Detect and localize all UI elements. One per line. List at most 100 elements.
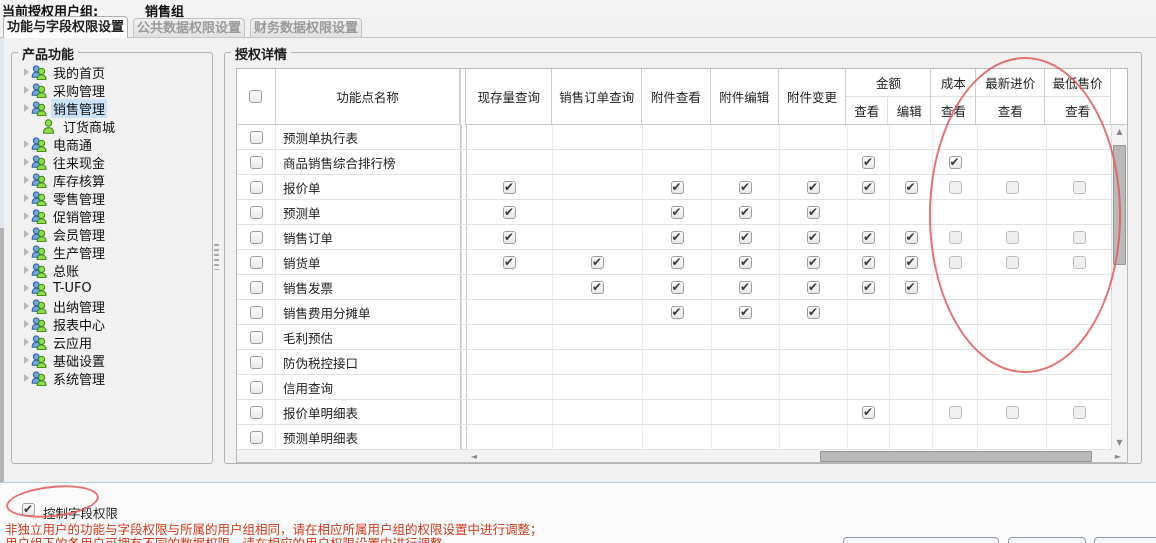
permission-checkbox-checked[interactable]	[807, 231, 820, 244]
permission-checkbox-checked[interactable]	[862, 406, 875, 419]
tree-item[interactable]: 销售管理	[16, 99, 208, 117]
tree-item[interactable]: 采购管理	[16, 81, 208, 99]
expand-arrow-icon[interactable]	[21, 320, 31, 328]
row-select-checkbox[interactable]	[250, 356, 263, 369]
tree-item[interactable]: 基础设置	[16, 351, 208, 369]
expand-arrow-icon[interactable]	[21, 176, 31, 184]
permission-checkbox-checked[interactable]	[862, 231, 875, 244]
tree-item[interactable]: 云应用	[16, 333, 208, 351]
expand-arrow-icon[interactable]	[21, 86, 31, 94]
permission-checkbox-checked[interactable]	[671, 206, 684, 219]
tree-item[interactable]: 会员管理	[16, 225, 208, 243]
footer-button-2[interactable]	[1008, 537, 1086, 543]
window-scrollbar-track[interactable]	[0, 38, 4, 228]
footer-button-1[interactable]	[843, 537, 999, 543]
scroll-left-icon[interactable]: ◄	[467, 450, 481, 463]
expand-arrow-icon[interactable]	[21, 248, 31, 256]
permission-checkbox-checked[interactable]	[503, 206, 516, 219]
permission-checkbox-checked[interactable]	[671, 306, 684, 319]
permission-checkbox-checked[interactable]	[591, 281, 604, 294]
permission-checkbox-unchecked[interactable]	[1073, 256, 1086, 269]
select-all-checkbox[interactable]	[249, 90, 262, 103]
permission-checkbox-checked[interactable]	[905, 281, 918, 294]
expand-arrow-icon[interactable]	[21, 338, 31, 346]
expand-arrow-icon[interactable]	[21, 266, 31, 274]
permission-checkbox-checked[interactable]	[739, 256, 752, 269]
row-select-checkbox[interactable]	[250, 306, 263, 319]
scroll-right-icon[interactable]: ►	[1111, 450, 1125, 463]
row-select-checkbox[interactable]	[250, 206, 263, 219]
row-select-checkbox[interactable]	[250, 156, 263, 169]
permission-checkbox-checked[interactable]	[905, 231, 918, 244]
scroll-up-icon[interactable]: ▲	[1112, 125, 1127, 139]
permission-checkbox-unchecked[interactable]	[1006, 256, 1019, 269]
permission-checkbox-checked[interactable]	[949, 156, 962, 169]
expand-arrow-icon[interactable]	[21, 230, 31, 238]
row-select-checkbox[interactable]	[250, 281, 263, 294]
control-field-permission-checkbox[interactable]	[22, 503, 35, 516]
vertical-scrollbar-thumb[interactable]	[1113, 145, 1126, 265]
tree-item[interactable]: 出纳管理	[16, 297, 208, 315]
tree-item[interactable]: 生产管理	[16, 243, 208, 261]
window-scrollbar-thumb[interactable]	[0, 228, 4, 483]
permission-checkbox-checked[interactable]	[671, 256, 684, 269]
tree-item[interactable]: T-UFO	[16, 279, 208, 297]
permission-checkbox-unchecked[interactable]	[1006, 406, 1019, 419]
permission-checkbox-checked[interactable]	[671, 281, 684, 294]
permission-checkbox-unchecked[interactable]	[1073, 181, 1086, 194]
tree-item[interactable]: 往来现金	[16, 153, 208, 171]
permission-checkbox-checked[interactable]	[591, 256, 604, 269]
permission-checkbox-checked[interactable]	[862, 281, 875, 294]
permission-checkbox-checked[interactable]	[807, 206, 820, 219]
permission-checkbox-unchecked[interactable]	[1006, 231, 1019, 244]
row-select-checkbox[interactable]	[250, 381, 263, 394]
permission-checkbox-checked[interactable]	[807, 306, 820, 319]
expand-arrow-icon[interactable]	[21, 212, 31, 220]
permission-checkbox-checked[interactable]	[739, 231, 752, 244]
permission-checkbox-unchecked[interactable]	[1073, 406, 1086, 419]
row-select-checkbox[interactable]	[250, 256, 263, 269]
row-select-checkbox[interactable]	[250, 131, 263, 144]
expand-arrow-icon[interactable]	[21, 194, 31, 202]
tree-item[interactable]: 电商通	[16, 135, 208, 153]
row-select-checkbox[interactable]	[250, 406, 263, 419]
row-select-checkbox[interactable]	[250, 331, 263, 344]
horizontal-scrollbar[interactable]: ◄ ►	[237, 450, 1127, 463]
permission-checkbox-checked[interactable]	[862, 156, 875, 169]
scroll-down-icon[interactable]: ▼	[1112, 436, 1127, 450]
permission-checkbox-unchecked[interactable]	[1006, 181, 1019, 194]
vertical-scrollbar[interactable]: ▲ ▼	[1111, 125, 1127, 450]
expand-arrow-icon[interactable]	[21, 356, 31, 364]
tree-item[interactable]: 促销管理	[16, 207, 208, 225]
permission-checkbox-unchecked[interactable]	[949, 256, 962, 269]
permission-checkbox-checked[interactable]	[739, 206, 752, 219]
row-select-checkbox[interactable]	[250, 231, 263, 244]
permission-checkbox-checked[interactable]	[739, 281, 752, 294]
tree-item[interactable]: 零售管理	[16, 189, 208, 207]
permission-checkbox-checked[interactable]	[905, 256, 918, 269]
expand-arrow-icon[interactable]	[21, 374, 31, 382]
permission-checkbox-checked[interactable]	[739, 181, 752, 194]
tree-item[interactable]: 我的首页	[16, 63, 208, 81]
permission-checkbox-checked[interactable]	[503, 231, 516, 244]
permission-checkbox-checked[interactable]	[807, 256, 820, 269]
permission-checkbox-checked[interactable]	[862, 181, 875, 194]
tab-2[interactable]: 公共数据权限设置	[133, 18, 245, 37]
expand-arrow-icon[interactable]	[21, 302, 31, 310]
permission-checkbox-checked[interactable]	[739, 306, 752, 319]
permission-checkbox-unchecked[interactable]	[1073, 231, 1086, 244]
permission-checkbox-checked[interactable]	[905, 181, 918, 194]
horizontal-scrollbar-thumb[interactable]	[820, 451, 1092, 462]
expand-arrow-icon[interactable]	[21, 104, 31, 112]
permission-checkbox-checked[interactable]	[807, 181, 820, 194]
tab-1[interactable]: 功能与字段权限设置	[3, 16, 128, 38]
expand-arrow-icon[interactable]	[21, 140, 31, 148]
tree-item[interactable]: 报表中心	[16, 315, 208, 333]
expand-arrow-icon[interactable]	[21, 284, 31, 292]
permission-checkbox-unchecked[interactable]	[949, 406, 962, 419]
row-select-checkbox[interactable]	[250, 431, 263, 444]
tree-item[interactable]: 订货商城	[16, 117, 208, 135]
footer-button-3[interactable]	[1094, 537, 1156, 543]
tree-item[interactable]: 系统管理	[16, 369, 208, 387]
tree-item[interactable]: 总账	[16, 261, 208, 279]
